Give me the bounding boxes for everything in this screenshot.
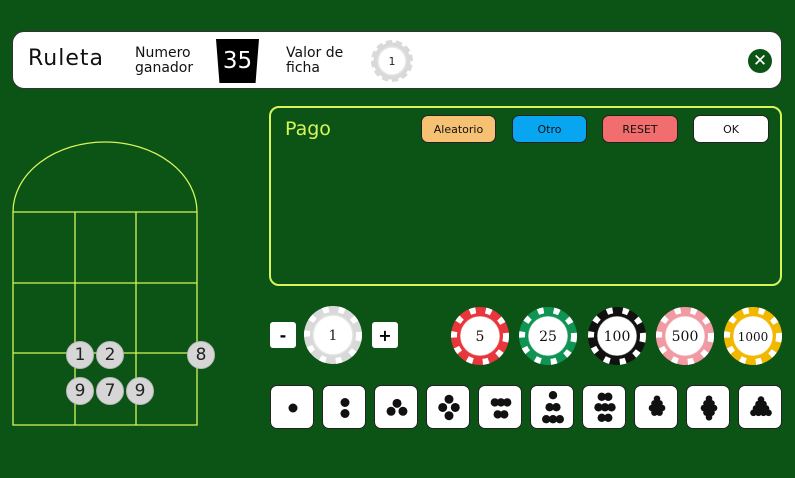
chip-value-label: 5 [476, 329, 485, 345]
die-pip [555, 415, 564, 424]
die-pip [548, 391, 558, 400]
die-pip [765, 409, 772, 417]
die-pip [500, 410, 509, 419]
header-chip-value: 1 [389, 55, 396, 68]
increase-chip-button[interactable]: + [372, 322, 398, 348]
die-pip [444, 411, 454, 421]
winning-number-label: Numero ganador [135, 45, 194, 76]
board-chip[interactable]: 8 [187, 341, 215, 369]
chip-value-label: 500 [672, 329, 699, 345]
die-pip [288, 403, 298, 413]
die-pip [604, 413, 613, 422]
board-chip[interactable]: 7 [96, 377, 124, 405]
die-7[interactable] [582, 385, 626, 429]
die-pip [392, 398, 402, 408]
payout-panel: Pago Aleatorio Otro RESET OK [269, 106, 782, 286]
die-6[interactable] [530, 385, 574, 429]
die-8[interactable] [634, 385, 678, 429]
chip-1000[interactable]: 1000 [723, 306, 783, 370]
die-9[interactable] [686, 385, 730, 429]
die-3[interactable] [374, 385, 418, 429]
die-pip [552, 403, 561, 412]
die-pip [604, 392, 613, 401]
header-chip: 1 [368, 37, 416, 87]
die-pip [502, 398, 512, 407]
chip-500[interactable]: 500 [655, 306, 715, 370]
die-pip [450, 402, 460, 412]
chip-value-label: 1000 [738, 330, 769, 344]
board-chip[interactable]: 2 [96, 341, 124, 369]
payout-title: Pago [285, 118, 331, 140]
board-chip[interactable]: 9 [66, 377, 94, 405]
chip-5[interactable]: 5 [450, 306, 510, 370]
die-pip [438, 402, 448, 412]
die-pip [607, 403, 616, 412]
reset-button[interactable]: RESET [602, 115, 678, 143]
chip-100[interactable]: 100 [587, 306, 647, 370]
chip-25[interactable]: 25 [518, 306, 578, 370]
decrease-chip-button[interactable]: - [270, 322, 296, 348]
chip-value-label: 100 [604, 329, 631, 345]
die-2[interactable] [322, 385, 366, 429]
selected-chip-value: 1 [329, 328, 338, 344]
die-pip [444, 394, 454, 404]
die-pip [386, 406, 396, 416]
chip-value-label: Valor de ficha [286, 45, 344, 76]
board-chip[interactable]: 9 [126, 377, 154, 405]
ok-button[interactable]: OK [693, 115, 769, 143]
selected-chip: 1 [303, 305, 363, 369]
die-5[interactable] [478, 385, 522, 429]
die-pip [705, 413, 713, 421]
winning-number-display: 35 [216, 39, 259, 83]
die-1[interactable] [270, 385, 314, 429]
close-icon: ✕ [752, 51, 768, 71]
random-button[interactable]: Aleatorio [421, 115, 496, 143]
die-10[interactable] [738, 385, 782, 429]
die-4[interactable] [426, 385, 470, 429]
die-pip [340, 398, 350, 407]
close-button[interactable]: ✕ [748, 49, 772, 73]
chip-value-label: 25 [539, 329, 557, 345]
board-chip[interactable]: 1 [66, 341, 94, 369]
other-button[interactable]: Otro [512, 115, 587, 143]
die-pip [398, 406, 408, 416]
app-title: Ruleta [28, 46, 104, 71]
die-pip [656, 409, 663, 416]
die-pip [340, 409, 350, 418]
top-bar: Ruleta Numero ganador 35 Valor de ficha … [12, 31, 782, 89]
